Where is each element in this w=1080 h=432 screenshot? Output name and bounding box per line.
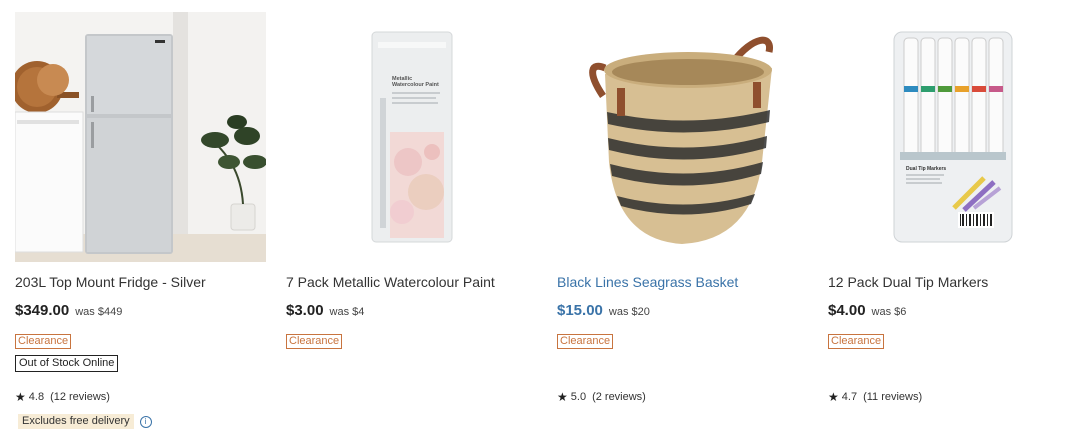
- star-icon: ★: [828, 390, 839, 404]
- price-row: $4.00 was $6: [828, 302, 1079, 320]
- product-card[interactable]: 203L Top Mount Fridge - Silver $349.00 w…: [15, 12, 266, 429]
- watercolour-paint-pack: Metallic Watercolour Paint: [371, 31, 453, 243]
- price-row: $3.00 was $4: [286, 302, 537, 320]
- product-price: $15.00: [557, 302, 603, 319]
- product-price: $349.00: [15, 302, 70, 319]
- product-image[interactable]: [557, 12, 808, 262]
- product-card[interactable]: Metallic Watercolour Paint 7 Pack Metall…: [286, 12, 537, 372]
- product-price: $4.00: [828, 302, 866, 319]
- svg-text:Dual Tip Markers: Dual Tip Markers: [906, 166, 946, 172]
- review-count[interactable]: (11 reviews): [863, 391, 922, 403]
- review-count[interactable]: (2 reviews): [592, 391, 646, 403]
- rating: ★ 4.7 (11 reviews): [828, 390, 922, 404]
- product-grid: 203L Top Mount Fridge - Silver $349.00 w…: [15, 12, 1079, 429]
- seagrass-basket: [589, 36, 773, 245]
- product-image[interactable]: Metallic Watercolour Paint: [286, 12, 537, 262]
- clearance-badge: Clearance: [15, 334, 72, 349]
- rating-value: 5.0: [570, 391, 587, 403]
- rating: ★ 4.8 (12 reviews): [15, 390, 110, 404]
- clearance-badge: Clearance: [286, 334, 343, 349]
- was-price: was $6: [871, 306, 907, 318]
- rating-value: 4.8: [28, 391, 45, 403]
- price-row: $349.00 was $449: [15, 302, 266, 320]
- product-price: $3.00: [286, 302, 324, 319]
- clearance-badge: Clearance: [557, 334, 614, 349]
- product-card[interactable]: Black Lines Seagrass Basket $15.00 was $…: [557, 12, 808, 404]
- product-image[interactable]: Dual Tip Markers: [828, 12, 1079, 262]
- was-price: was $449: [75, 306, 123, 318]
- product-name[interactable]: Black Lines Seagrass Basket: [557, 274, 808, 290]
- product-name[interactable]: 203L Top Mount Fridge - Silver: [15, 274, 266, 290]
- rating: ★ 5.0 (2 reviews): [557, 390, 646, 404]
- rating-value: 4.7: [841, 391, 858, 403]
- review-count[interactable]: (12 reviews): [50, 391, 110, 403]
- was-price: was $20: [608, 306, 650, 318]
- price-row: $15.00 was $20: [557, 302, 808, 320]
- star-icon: ★: [15, 390, 26, 404]
- dual-tip-markers-pack: Dual Tip Markers: [893, 31, 1013, 243]
- product-name[interactable]: 7 Pack Metallic Watercolour Paint: [286, 274, 537, 290]
- delivery-note: Excludes free delivery i: [18, 414, 152, 429]
- fridge-photo: [15, 12, 266, 262]
- stock-badge: Out of Stock Online: [15, 355, 119, 372]
- product-image[interactable]: [15, 12, 266, 262]
- was-price: was $4: [329, 306, 365, 318]
- product-name[interactable]: 12 Pack Dual Tip Markers: [828, 274, 1079, 290]
- star-icon: ★: [557, 390, 568, 404]
- clearance-badge: Clearance: [828, 334, 885, 349]
- product-card[interactable]: Dual Tip Markers 12 Pack Dual Tip Marker…: [828, 12, 1079, 404]
- info-icon[interactable]: i: [139, 415, 152, 428]
- delivery-badge: Excludes free delivery: [18, 414, 134, 429]
